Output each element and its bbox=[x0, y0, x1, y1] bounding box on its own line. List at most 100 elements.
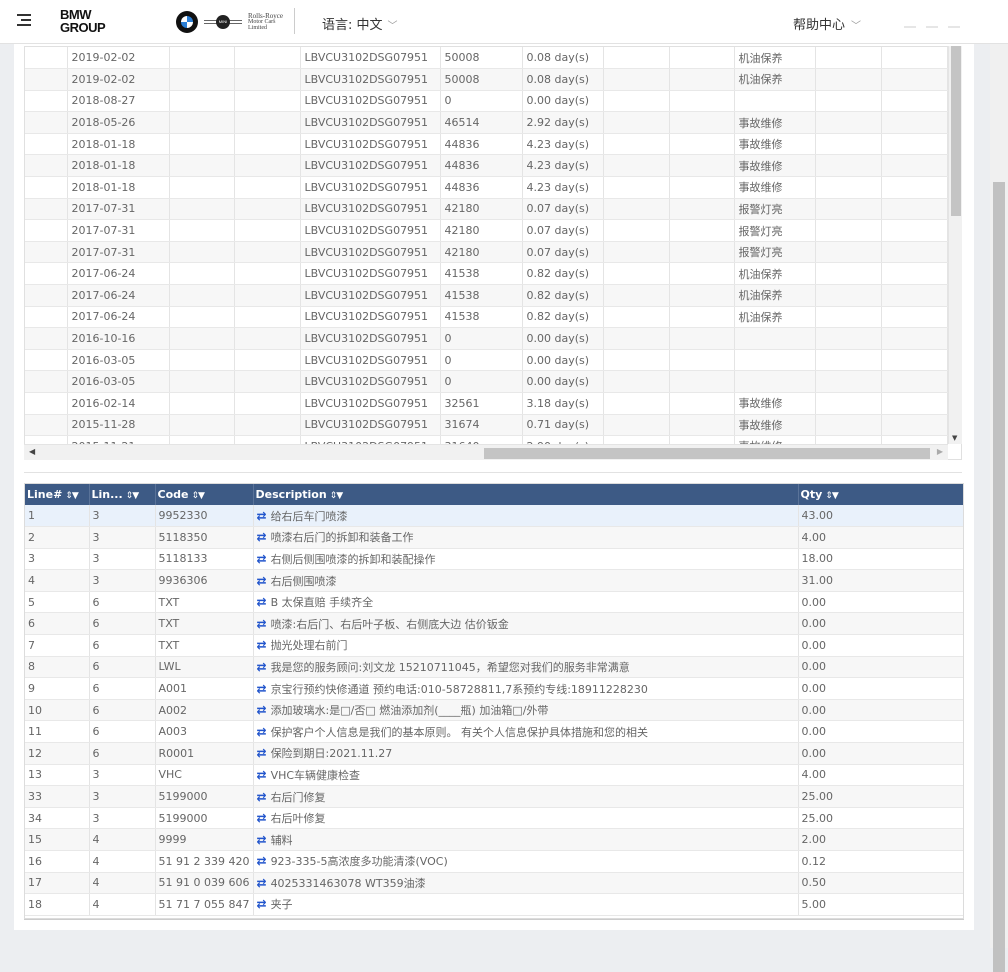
table-row[interactable]: 10 6 A002 ⇄ 添加玻璃水:是□/否□ 燃油添加剂(____瓶) 加油箱□/外带… bbox=[25, 699, 963, 722]
table-row[interactable]: 2019-02-02 LBVCU3102DSG07951 50008 0.08 day… bbox=[25, 47, 948, 70]
table-row[interactable]: 3 3 5118133 ⇄ 右侧后侧围喷漆的拆卸和装配操作 18.00 bbox=[25, 548, 963, 571]
table-cell: 机油保养 bbox=[734, 306, 816, 329]
table-row[interactable]: 2017-06-24 LBVCU3102DSG07951 41538 0.82 day… bbox=[25, 262, 948, 286]
swap-arrows-icon[interactable]: ⇄ bbox=[257, 897, 267, 911]
swap-arrows-icon[interactable]: ⇄ bbox=[257, 768, 267, 782]
table-cell bbox=[169, 414, 235, 437]
sort-filter-icon[interactable]: ⇕▼ bbox=[65, 491, 79, 501]
table-row[interactable]: 16 4 51 91 2 339 420 ⇄ 923-335-5高浓度多功能清漆(VOC… bbox=[25, 850, 963, 873]
swap-arrows-icon[interactable]: ⇄ bbox=[257, 595, 267, 609]
table-row[interactable]: 2016-03-05 LBVCU3102DSG07951 0 0.00 day(s) bbox=[25, 349, 948, 372]
table-row[interactable]: 2018-08-27 LBVCU3102DSG07951 0 0.00 day(s) bbox=[25, 90, 948, 113]
swap-arrows-icon[interactable]: ⇄ bbox=[257, 552, 267, 566]
page-scrollbar[interactable] bbox=[990, 44, 1008, 972]
table-row[interactable]: 6 6 TXT ⇄ 喷漆:右后门、右后叶子板、右侧底大边 估价钣金 0.00 bbox=[25, 612, 963, 636]
table-row[interactable]: 12 6 R0001 ⇄ 保险到期日:2021.11.27 0.00 bbox=[25, 742, 963, 765]
scroll-thumb[interactable] bbox=[951, 46, 961, 216]
swap-arrows-icon[interactable]: ⇄ bbox=[257, 790, 267, 804]
table-row[interactable]: 2017-06-24 LBVCU3102DSG07951 41538 0.82 day… bbox=[25, 306, 948, 329]
sort-filter-icon[interactable]: ⇕▼ bbox=[330, 491, 344, 501]
table-row[interactable]: 17 4 51 91 0 039 606 ⇄ 4025331463078 WT359油漆… bbox=[25, 872, 963, 895]
swap-arrows-icon[interactable]: ⇄ bbox=[257, 509, 267, 523]
table-cell bbox=[603, 414, 670, 437]
table-row[interactable]: 2017-06-24 LBVCU3102DSG07951 41538 0.82 day… bbox=[25, 284, 948, 307]
table-row[interactable]: 33 3 5199000 ⇄ 右后门修复 25.00 bbox=[25, 785, 963, 808]
swap-arrows-icon[interactable]: ⇄ bbox=[257, 617, 267, 631]
swap-arrows-icon[interactable]: ⇄ bbox=[257, 833, 267, 847]
table-cell: 2016-03-05 bbox=[67, 370, 170, 393]
history-vertical-scrollbar[interactable]: ▼ bbox=[948, 46, 962, 444]
table-row[interactable]: 2016-02-14 LBVCU3102DSG07951 32561 3.18 day… bbox=[25, 392, 948, 415]
table-row[interactable]: 2019-02-02 LBVCU3102DSG07951 50008 0.08 day… bbox=[25, 68, 948, 91]
table-row[interactable]: 13 3 VHC ⇄ VHC车辆健康检查 4.00 bbox=[25, 764, 963, 787]
swap-arrows-icon[interactable]: ⇄ bbox=[257, 703, 267, 717]
table-cell: LBVCU3102DSG07951 bbox=[300, 306, 441, 329]
column-header-qty[interactable]: Qty ⇕▼ bbox=[798, 484, 963, 505]
column-header-line[interactable]: Line# ⇕▼ bbox=[25, 484, 90, 505]
table-row[interactable]: 15 4 9999 ⇄ 辅料 2.00 bbox=[25, 828, 963, 851]
scroll-right-arrow-icon[interactable]: ▶ bbox=[937, 447, 943, 456]
table-row[interactable]: 2018-05-26 LBVCU3102DSG07951 46514 2.92 day… bbox=[25, 111, 948, 134]
table-row[interactable]: 34 3 5199000 ⇄ 右后叶修复 25.00 bbox=[25, 807, 963, 830]
table-row[interactable]: 9 6 A001 ⇄ 京宝行预约快修通道 预约电话:010-58728811,7系预约专… bbox=[25, 677, 963, 700]
table-row[interactable]: 18 4 51 71 7 055 847 ⇄ 夹子 5.00 bbox=[25, 893, 963, 916]
table-row[interactable]: 2016-10-16 LBVCU3102DSG07951 0 0.00 day(s) bbox=[25, 327, 948, 350]
swap-arrows-icon[interactable]: ⇄ bbox=[257, 854, 267, 868]
table-row[interactable]: 2 3 5118350 ⇄ 喷漆右后门的拆卸和装备工作 4.00 bbox=[25, 526, 963, 549]
table-row[interactable]: 2018-01-18 LBVCU3102DSG07951 44836 4.23 day… bbox=[25, 176, 948, 199]
table-row[interactable]: 1 3 9952330 ⇄ 给右后车门喷漆 43.00 bbox=[25, 505, 963, 528]
cell-qty: 31.00 bbox=[798, 569, 963, 592]
cell-code: 5199000 bbox=[155, 785, 254, 808]
language-selector[interactable]: 语言: 中文 ﹀ bbox=[322, 14, 398, 33]
scroll-thumb[interactable] bbox=[484, 448, 930, 459]
table-row[interactable]: 7 6 TXT ⇄ 抛光处理右前门 0.00 bbox=[25, 634, 963, 657]
table-row[interactable]: 4 3 9936306 ⇄ 右后侧围喷漆 31.00 bbox=[25, 569, 963, 592]
swap-arrows-icon[interactable]: ⇄ bbox=[257, 725, 267, 739]
swap-arrows-icon[interactable]: ⇄ bbox=[257, 811, 267, 825]
column-header-lin[interactable]: Lin... ⇕▼ bbox=[89, 484, 156, 505]
column-header-description[interactable]: Description ⇕▼ bbox=[253, 484, 799, 505]
scroll-down-arrow-icon[interactable]: ▼ bbox=[952, 434, 957, 442]
swap-arrows-icon[interactable]: ⇄ bbox=[257, 876, 267, 890]
table-row[interactable]: 8 6 LWL ⇄ 我是您的服务顾问:刘文龙 15210711045，希望您对我们的服务… bbox=[25, 656, 963, 679]
cell-qty: 0.12 bbox=[798, 850, 963, 873]
table-row[interactable]: 2017-07-31 LBVCU3102DSG07951 42180 0.07 day… bbox=[25, 219, 948, 242]
table-cell: 报警灯亮 bbox=[734, 241, 816, 264]
help-center-menu[interactable]: 帮助中心 ﹀ bbox=[793, 14, 861, 33]
swap-arrows-icon[interactable]: ⇄ bbox=[257, 660, 267, 674]
sort-filter-icon[interactable]: ⇕▼ bbox=[825, 491, 839, 501]
column-header-code[interactable]: Code ⇕▼ bbox=[155, 484, 254, 505]
user-menu[interactable] bbox=[904, 16, 984, 28]
table-cell bbox=[669, 198, 735, 221]
cell-desc: ⇄ 添加玻璃水:是□/否□ 燃油添加剂(____瓶) 加油箱□/外带 bbox=[253, 699, 799, 722]
table-row[interactable]: 2018-01-18 LBVCU3102DSG07951 44836 4.23 day… bbox=[25, 154, 948, 178]
sort-filter-icon[interactable]: ⇕▼ bbox=[191, 491, 205, 501]
history-horizontal-scrollbar[interactable]: ◀ ▶ bbox=[24, 444, 948, 460]
swap-arrows-icon[interactable]: ⇄ bbox=[257, 746, 267, 760]
scroll-left-arrow-icon[interactable]: ◀ bbox=[29, 447, 35, 456]
table-row[interactable]: 11 6 A003 ⇄ 保护客户个人信息是我们的基本原则。 有关个人信息保护具体措施和您… bbox=[25, 720, 963, 744]
swap-arrows-icon[interactable]: ⇄ bbox=[257, 682, 267, 696]
table-row[interactable]: 2017-07-31 LBVCU3102DSG07951 42180 0.07 day… bbox=[25, 241, 948, 264]
description-text: 右后侧围喷漆 bbox=[270, 574, 337, 588]
table-cell bbox=[169, 241, 235, 264]
table-cell bbox=[815, 262, 882, 286]
cell-line: 17 bbox=[25, 872, 90, 895]
table-cell bbox=[881, 349, 948, 372]
cell-desc: ⇄ 辅料 bbox=[253, 828, 799, 851]
cell-qty: 4.00 bbox=[798, 526, 963, 549]
swap-arrows-icon[interactable]: ⇄ bbox=[257, 574, 267, 588]
table-row[interactable]: 2017-07-31 LBVCU3102DSG07951 42180 0.07 day… bbox=[25, 198, 948, 221]
swap-arrows-icon[interactable]: ⇄ bbox=[257, 638, 267, 652]
table-row[interactable]: 2016-03-05 LBVCU3102DSG07951 0 0.00 day(s) bbox=[25, 370, 948, 393]
table-row[interactable]: 2018-01-18 LBVCU3102DSG07951 44836 4.23 day… bbox=[25, 133, 948, 156]
table-row[interactable]: 5 6 TXT ⇄ B 太保直赔 手续齐全 0.00 bbox=[25, 591, 963, 614]
table-cell: LBVCU3102DSG07951 bbox=[300, 219, 441, 242]
table-cell: 44836 bbox=[440, 154, 523, 178]
cell-line: 11 bbox=[25, 720, 90, 744]
table-cell bbox=[603, 154, 670, 178]
menu-toggle-icon[interactable] bbox=[17, 14, 31, 28]
sort-filter-icon[interactable]: ⇕▼ bbox=[126, 491, 140, 501]
table-row[interactable]: 2015-11-28 LBVCU3102DSG07951 31674 0.71 day… bbox=[25, 414, 948, 437]
swap-arrows-icon[interactable]: ⇄ bbox=[257, 530, 267, 544]
